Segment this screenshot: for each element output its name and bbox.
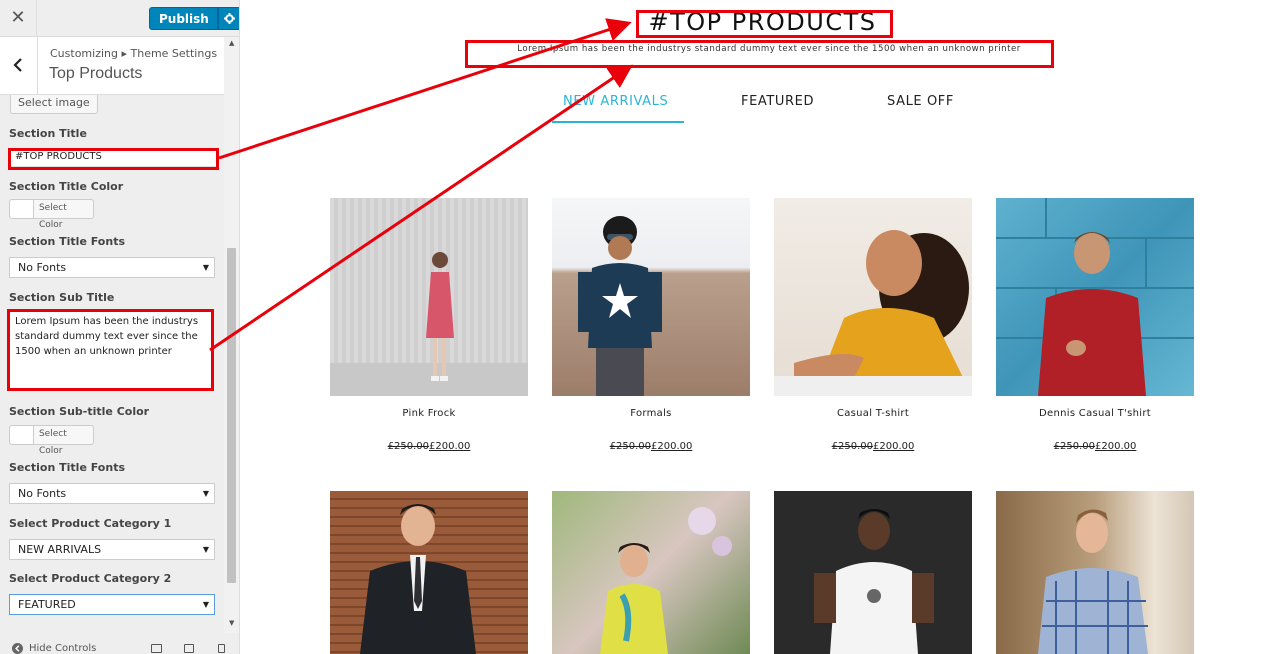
product-card[interactable] bbox=[330, 491, 528, 654]
category2-label: Select Product Category 2 bbox=[9, 572, 172, 585]
tablet-preview-icon[interactable] bbox=[184, 644, 194, 653]
product-name[interactable]: Casual T-shirt bbox=[774, 408, 972, 419]
publish-group: Publish bbox=[149, 7, 239, 30]
section-title-input[interactable]: #TOP PRODUCTS bbox=[9, 149, 218, 167]
product-price: £250.00£200.00 bbox=[774, 441, 972, 452]
section-title-label: Section Title bbox=[9, 127, 87, 140]
product-image[interactable] bbox=[996, 491, 1194, 654]
product-tabs: NEW ARRIVALS FEATURED SALE OFF bbox=[552, 94, 972, 124]
product-card[interactable]: Casual T-shirt £250.00£200.00 bbox=[774, 198, 972, 452]
title-fonts-select[interactable]: No Fonts ▼ bbox=[9, 257, 215, 278]
scroll-down-icon[interactable]: ▼ bbox=[229, 619, 234, 627]
old-price: £250.00 bbox=[831, 441, 873, 452]
subtitle-color-picker[interactable]: Select Color bbox=[9, 425, 94, 456]
scrollbar-thumb[interactable] bbox=[227, 248, 236, 583]
title-color-label: Section Title Color bbox=[9, 180, 124, 193]
collapse-icon bbox=[12, 643, 23, 654]
sub-title-label: Section Sub Title bbox=[9, 291, 115, 304]
section-title: Top Products bbox=[49, 65, 143, 82]
product-name[interactable]: Formals bbox=[552, 408, 750, 419]
category1-value: NEW ARRIVALS bbox=[18, 543, 102, 556]
product-card[interactable]: Pink Frock £250.00£200.00 bbox=[330, 198, 528, 452]
active-tab-indicator bbox=[552, 121, 684, 123]
controls-panel: Select image Section Title #TOP PRODUCTS… bbox=[0, 95, 224, 630]
product-image[interactable] bbox=[774, 491, 972, 654]
product-price: £250.00£200.00 bbox=[330, 441, 528, 452]
product-image[interactable] bbox=[774, 198, 972, 396]
product-image[interactable] bbox=[330, 491, 528, 654]
old-price: £250.00 bbox=[1053, 441, 1095, 452]
hide-controls-label: Hide Controls bbox=[29, 643, 97, 654]
product-card[interactable] bbox=[996, 491, 1194, 654]
tab-featured[interactable]: FEATURED bbox=[741, 94, 814, 109]
category1-select[interactable]: NEW ARRIVALS ▼ bbox=[9, 539, 215, 560]
title-color-picker[interactable]: Select Color bbox=[9, 199, 94, 230]
publish-button[interactable]: Publish bbox=[149, 7, 218, 30]
sale-price: £200.00 bbox=[429, 441, 471, 452]
scroll-up-icon[interactable]: ▲ bbox=[229, 39, 234, 47]
color-swatch bbox=[10, 426, 34, 444]
subtitle-color-label: Section Sub-title Color bbox=[9, 405, 150, 418]
hide-controls-button[interactable]: Hide Controls bbox=[12, 643, 96, 654]
product-card[interactable] bbox=[774, 491, 972, 654]
old-price: £250.00 bbox=[609, 441, 651, 452]
gear-icon[interactable] bbox=[217, 7, 239, 30]
chevron-left-icon bbox=[13, 58, 22, 72]
sub-title-textarea[interactable]: Lorem Ipsum has been the industrys stand… bbox=[9, 311, 212, 390]
product-card[interactable] bbox=[552, 491, 750, 654]
product-image[interactable] bbox=[552, 198, 750, 396]
preview-section-subtitle: Lorem Ipsum has been the industrys stand… bbox=[517, 44, 1021, 54]
sale-price: £200.00 bbox=[873, 441, 915, 452]
sale-price: £200.00 bbox=[651, 441, 693, 452]
select-color-label: Select Color bbox=[38, 203, 67, 230]
section-header: Customizing ▸ Theme Settings Top Product… bbox=[0, 37, 224, 95]
subtitle-fonts-value: No Fonts bbox=[18, 487, 67, 500]
customizer-topbar: ✕ Publish bbox=[0, 0, 239, 37]
breadcrumb: Customizing ▸ Theme Settings bbox=[50, 47, 218, 60]
category1-label: Select Product Category 1 bbox=[9, 517, 172, 530]
product-card[interactable]: Formals £250.00£200.00 bbox=[552, 198, 750, 452]
dropdown-arrow-icon: ▼ bbox=[202, 600, 209, 609]
sale-price: £200.00 bbox=[1095, 441, 1137, 452]
product-image[interactable] bbox=[552, 491, 750, 654]
preview-section-title: #TOP PRODUCTS bbox=[648, 8, 877, 36]
site-preview: #TOP PRODUCTS Lorem Ipsum has been the i… bbox=[240, 0, 1284, 654]
product-name[interactable]: Dennis Casual T'shirt bbox=[996, 408, 1194, 419]
product-card[interactable]: Dennis Casual T'shirt £250.00£200.00 bbox=[996, 198, 1194, 452]
category2-select[interactable]: FEATURED ▼ bbox=[9, 594, 215, 615]
product-name[interactable]: Pink Frock bbox=[330, 408, 528, 419]
product-image[interactable] bbox=[996, 198, 1194, 396]
customizer-sidebar: ✕ Publish Customizing ▸ Theme Settings T… bbox=[0, 0, 240, 654]
select-image-button[interactable]: Select image bbox=[10, 95, 98, 114]
back-button[interactable] bbox=[0, 37, 38, 95]
color-swatch bbox=[10, 200, 34, 218]
subtitle-fonts-label: Section Title Fonts bbox=[9, 461, 126, 474]
mobile-preview-icon[interactable] bbox=[218, 644, 225, 653]
sidebar-scrollbar[interactable]: ▲ ▼ bbox=[224, 37, 239, 633]
close-icon[interactable]: ✕ bbox=[0, 0, 37, 37]
tab-new-arrivals[interactable]: NEW ARRIVALS bbox=[563, 94, 668, 109]
product-price: £250.00£200.00 bbox=[552, 441, 750, 452]
subtitle-fonts-select[interactable]: No Fonts ▼ bbox=[9, 483, 215, 504]
tab-sale-off[interactable]: SALE OFF bbox=[887, 94, 954, 109]
dropdown-arrow-icon: ▼ bbox=[202, 263, 209, 272]
old-price: £250.00 bbox=[387, 441, 429, 452]
product-image[interactable] bbox=[330, 198, 528, 396]
product-price: £250.00£200.00 bbox=[996, 441, 1194, 452]
customizer-footer: Hide Controls bbox=[0, 640, 239, 654]
dropdown-arrow-icon: ▼ bbox=[202, 489, 209, 498]
select-color-label: Select Color bbox=[38, 429, 67, 456]
category2-value: FEATURED bbox=[18, 598, 76, 611]
title-fonts-label: Section Title Fonts bbox=[9, 235, 126, 248]
desktop-preview-icon[interactable] bbox=[151, 644, 162, 653]
dropdown-arrow-icon: ▼ bbox=[202, 545, 209, 554]
title-fonts-value: No Fonts bbox=[18, 261, 67, 274]
